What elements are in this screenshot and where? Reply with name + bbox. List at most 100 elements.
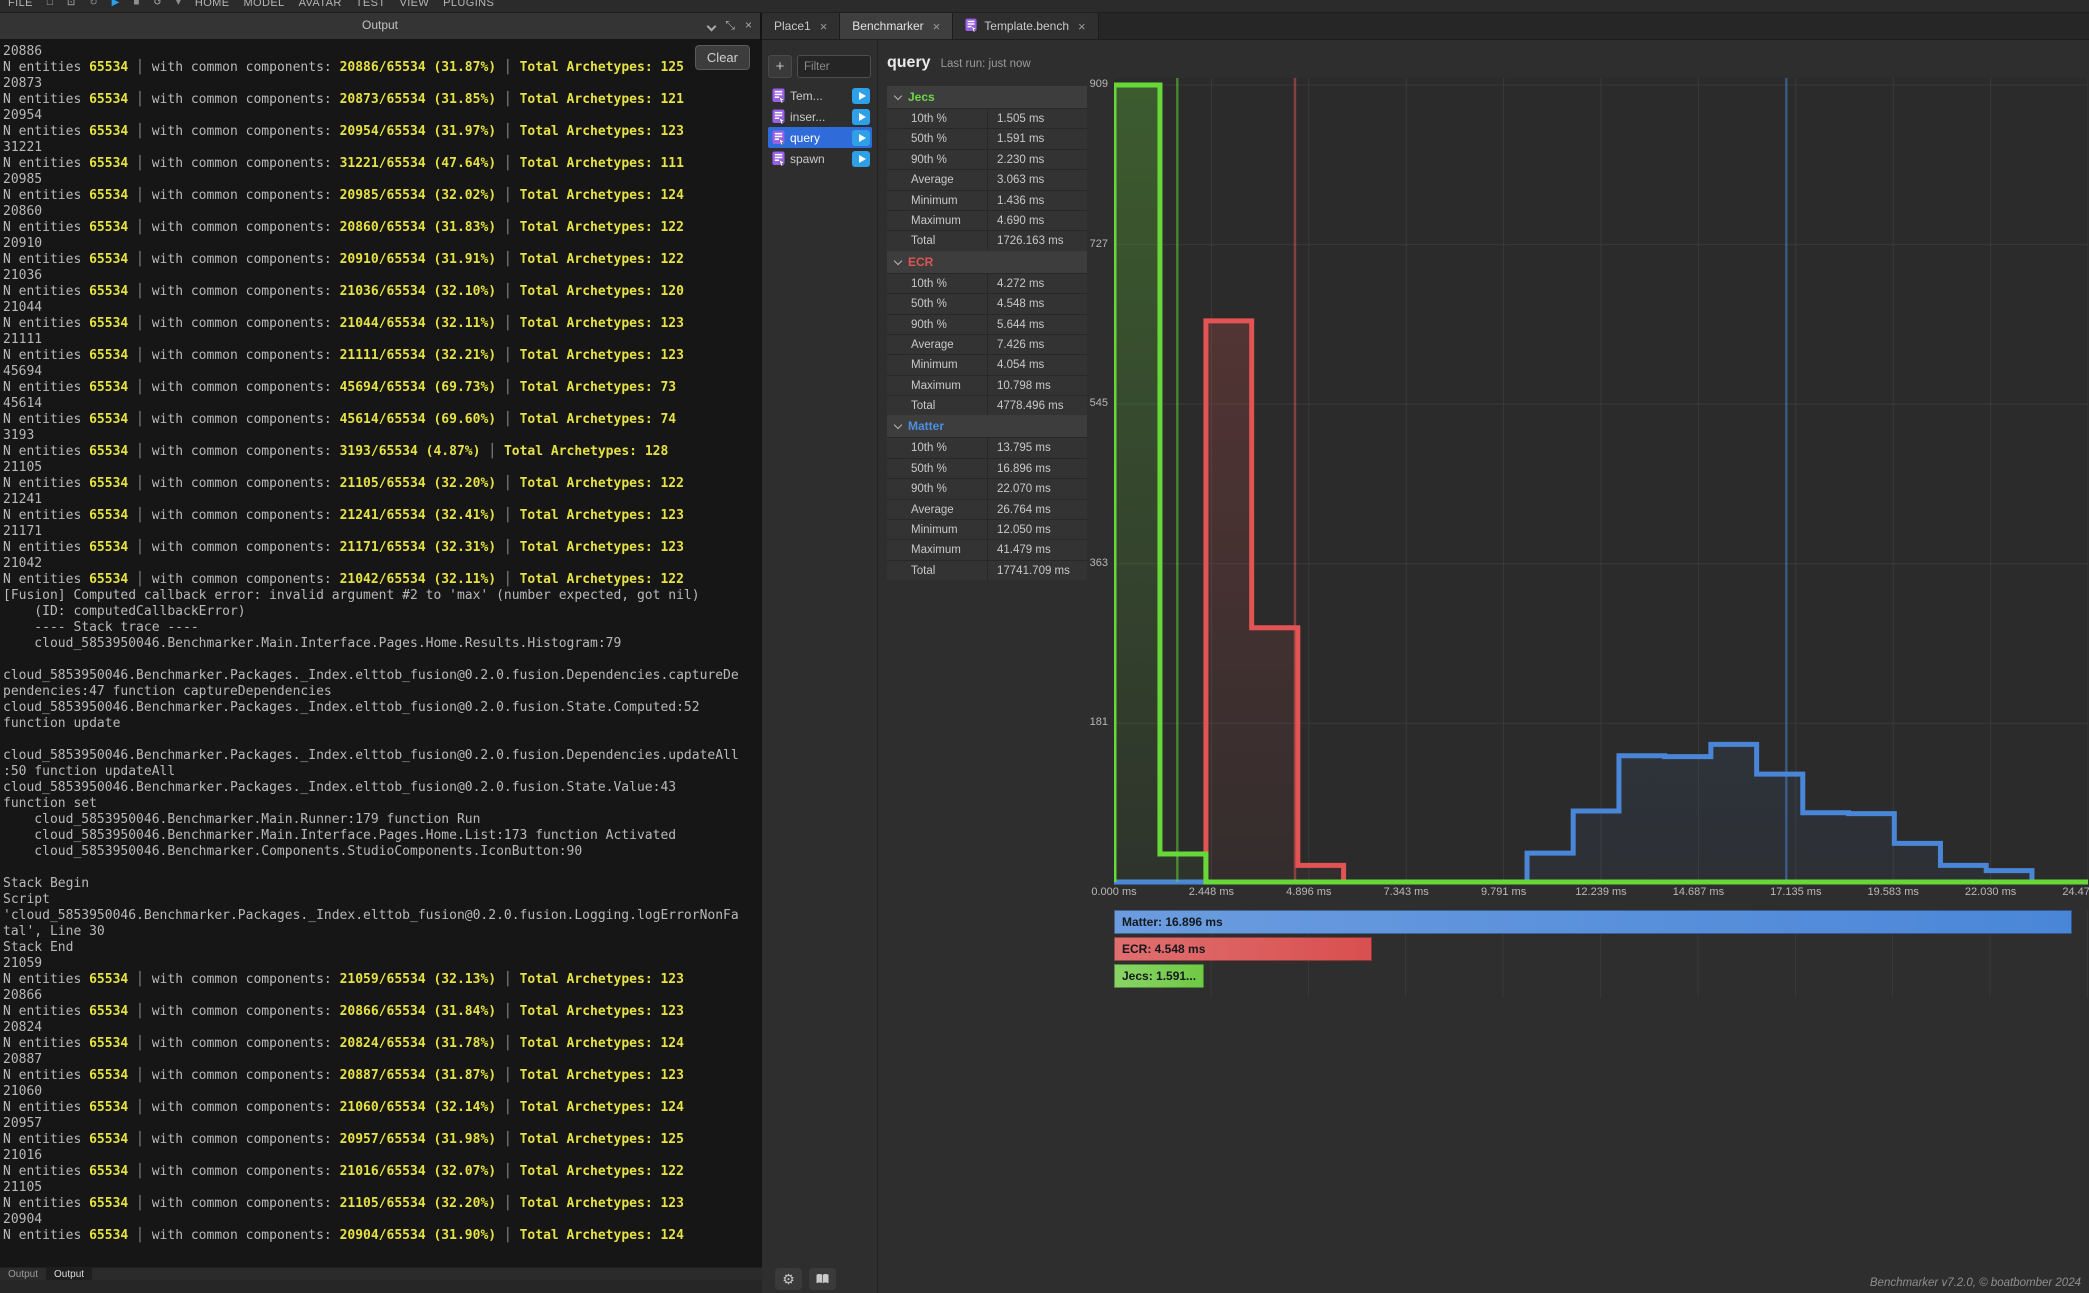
log-line: 21105 (3, 1180, 760, 1196)
log-line: N entities 65534 │ with common component… (3, 220, 760, 236)
stat-value: 7.426 ms (987, 335, 1087, 354)
log-line: ---- Stack trace ---- (3, 620, 760, 636)
output-dock-tab[interactable]: Output (46, 1268, 92, 1280)
run-benchmark-button[interactable] (852, 130, 870, 146)
settings-button[interactable]: ⚙ (775, 1268, 802, 1290)
log-line: N entities 65534 │ with common component… (3, 1164, 760, 1180)
run-benchmark-button[interactable] (852, 88, 870, 104)
menu-item-test[interactable]: TEST (356, 0, 386, 9)
sidebar-item-spawn[interactable]: spawn (768, 148, 872, 169)
stat-row: Average7.426 ms (887, 334, 1087, 354)
stat-value: 4.054 ms (987, 355, 1087, 374)
log-line: 45614 (3, 396, 760, 412)
legend-bar-jecs: Jecs: 1.591... (1114, 964, 1204, 988)
log-line: 20985 (3, 172, 760, 188)
section-header-ecr[interactable]: ECR (887, 251, 1087, 273)
menu-item-plugins[interactable]: PLUGINS (443, 0, 494, 9)
log-line: tal', Line 30 (3, 924, 760, 940)
stat-label: 90th % (887, 150, 987, 169)
output-header: Output ⤡ × (0, 13, 760, 39)
stat-label: Minimum (887, 191, 987, 210)
log-line: 21241 (3, 492, 760, 508)
stat-row: 10th %1.505 ms (887, 108, 1087, 128)
menu-item-avatar[interactable]: AVATAR (299, 0, 342, 9)
stat-row: 90th %5.644 ms (887, 314, 1087, 334)
run-benchmark-button[interactable] (852, 151, 870, 167)
tab-template-bench[interactable]: Template.bench× (953, 13, 1098, 39)
stat-value: 4778.496 ms (987, 396, 1087, 415)
tab-benchmarker[interactable]: Benchmarker× (840, 13, 953, 39)
version-label: Benchmarker v7.2.0, © boatbomber 2024 (1870, 1277, 2081, 1289)
float-window-icon[interactable]: ⤡ (725, 17, 735, 33)
chevron-down-icon[interactable] (707, 21, 717, 31)
stat-row: Average26.764 ms (887, 499, 1087, 519)
benchmark-sidebar: + Tem... inser... query spawn (762, 40, 878, 1293)
log-line: cloud_5853950046.Benchmarker.Main.Interf… (3, 636, 760, 652)
stop-icon[interactable]: ■ (133, 0, 139, 8)
menu-item-view[interactable]: VIEW (399, 0, 429, 9)
sidebar-item-label: inser... (790, 110, 847, 124)
log-line: 21036 (3, 268, 760, 284)
log-line: 3193 (3, 428, 760, 444)
play-icon (859, 92, 866, 100)
sidebar-item-inser[interactable]: inser... (768, 106, 872, 127)
close-icon[interactable]: × (1078, 19, 1086, 34)
log-line: 20954 (3, 108, 760, 124)
clear-button[interactable]: Clear (695, 45, 750, 70)
section-header-matter[interactable]: Matter (887, 415, 1087, 437)
stat-row: 10th %4.272 ms (887, 273, 1087, 293)
log-line: N entities 65534 │ with common component… (3, 412, 760, 428)
log-line: function set (3, 796, 760, 812)
log-line: cloud_5853950046.Benchmarker.Packages._I… (3, 780, 760, 796)
log-line: cloud_5853950046.Benchmarker.Main.Interf… (3, 828, 760, 844)
menu-item-file[interactable]: FILE (8, 0, 33, 9)
close-icon[interactable]: × (933, 19, 941, 34)
sidebar-item-query[interactable]: query (768, 127, 872, 148)
filter-input[interactable] (797, 55, 871, 78)
log-line: N entities 65534 │ with common component… (3, 188, 760, 204)
log-line: cloud_5853950046.Benchmarker.Packages._I… (3, 700, 760, 716)
output-panel: Output ⤡ × Clear 20886N entities 65534 │… (0, 13, 762, 1280)
menu-item-home[interactable]: HOME (195, 0, 230, 9)
chevron-down-icon (894, 256, 902, 264)
new-file-icon[interactable]: □ (47, 0, 53, 8)
undo-icon[interactable]: ↺ (153, 0, 161, 8)
stat-value: 17741.709 ms (987, 561, 1087, 580)
legend-bar-ecr: ECR: 4.548 ms (1114, 937, 1372, 961)
script-icon (772, 88, 785, 103)
log-line: N entities 65534 │ with common component… (3, 60, 760, 76)
log-line: 20904 (3, 1212, 760, 1228)
y-axis-label: 181 (1080, 716, 1108, 728)
stat-label: Total (887, 396, 987, 415)
stat-label: Maximum (887, 540, 987, 559)
close-icon[interactable]: × (820, 19, 828, 34)
stat-label: Minimum (887, 520, 987, 539)
docs-button[interactable] (809, 1268, 836, 1290)
log-line: 21059 (3, 956, 760, 972)
menu-dropdown-icon[interactable]: ▾ (176, 0, 181, 8)
menubar: FILE □ ⊡ ↻ ▶ ■ ↺ ▾ HOME MODEL AVATAR TEST VIEW PLUGIN… (0, 0, 2089, 13)
y-axis-label: 363 (1080, 557, 1108, 569)
close-icon[interactable]: × (745, 17, 752, 33)
log-line: function update (3, 716, 760, 732)
menu-item-model[interactable]: MODEL (243, 0, 284, 9)
log-line: [Fusion] Computed callback error: invali… (3, 588, 760, 604)
log-line: 'cloud_5853950046.Benchmarker.Packages._… (3, 908, 760, 924)
log-line: 21111 (3, 332, 760, 348)
sidebar-item-label: spawn (790, 152, 847, 166)
output-dock-tab[interactable]: Output (0, 1268, 46, 1280)
stat-value: 4.690 ms (987, 211, 1087, 230)
stat-value: 5.644 ms (987, 315, 1087, 334)
log-line: Stack End (3, 940, 760, 956)
play-icon[interactable]: ▶ (112, 0, 120, 8)
stat-row: Total17741.709 ms (887, 560, 1087, 580)
run-benchmark-button[interactable] (852, 109, 870, 125)
section-header-jecs[interactable]: Jecs (887, 86, 1087, 108)
add-benchmark-button[interactable]: + (768, 55, 792, 78)
stat-row: Maximum41.479 ms (887, 539, 1087, 559)
publish-icon[interactable]: ↻ (89, 0, 97, 8)
tab-place1[interactable]: Place1× (762, 13, 840, 39)
save-icon[interactable]: ⊡ (67, 0, 75, 8)
stat-value: 1.591 ms (987, 129, 1087, 148)
sidebar-item-Tem[interactable]: Tem... (768, 85, 872, 106)
